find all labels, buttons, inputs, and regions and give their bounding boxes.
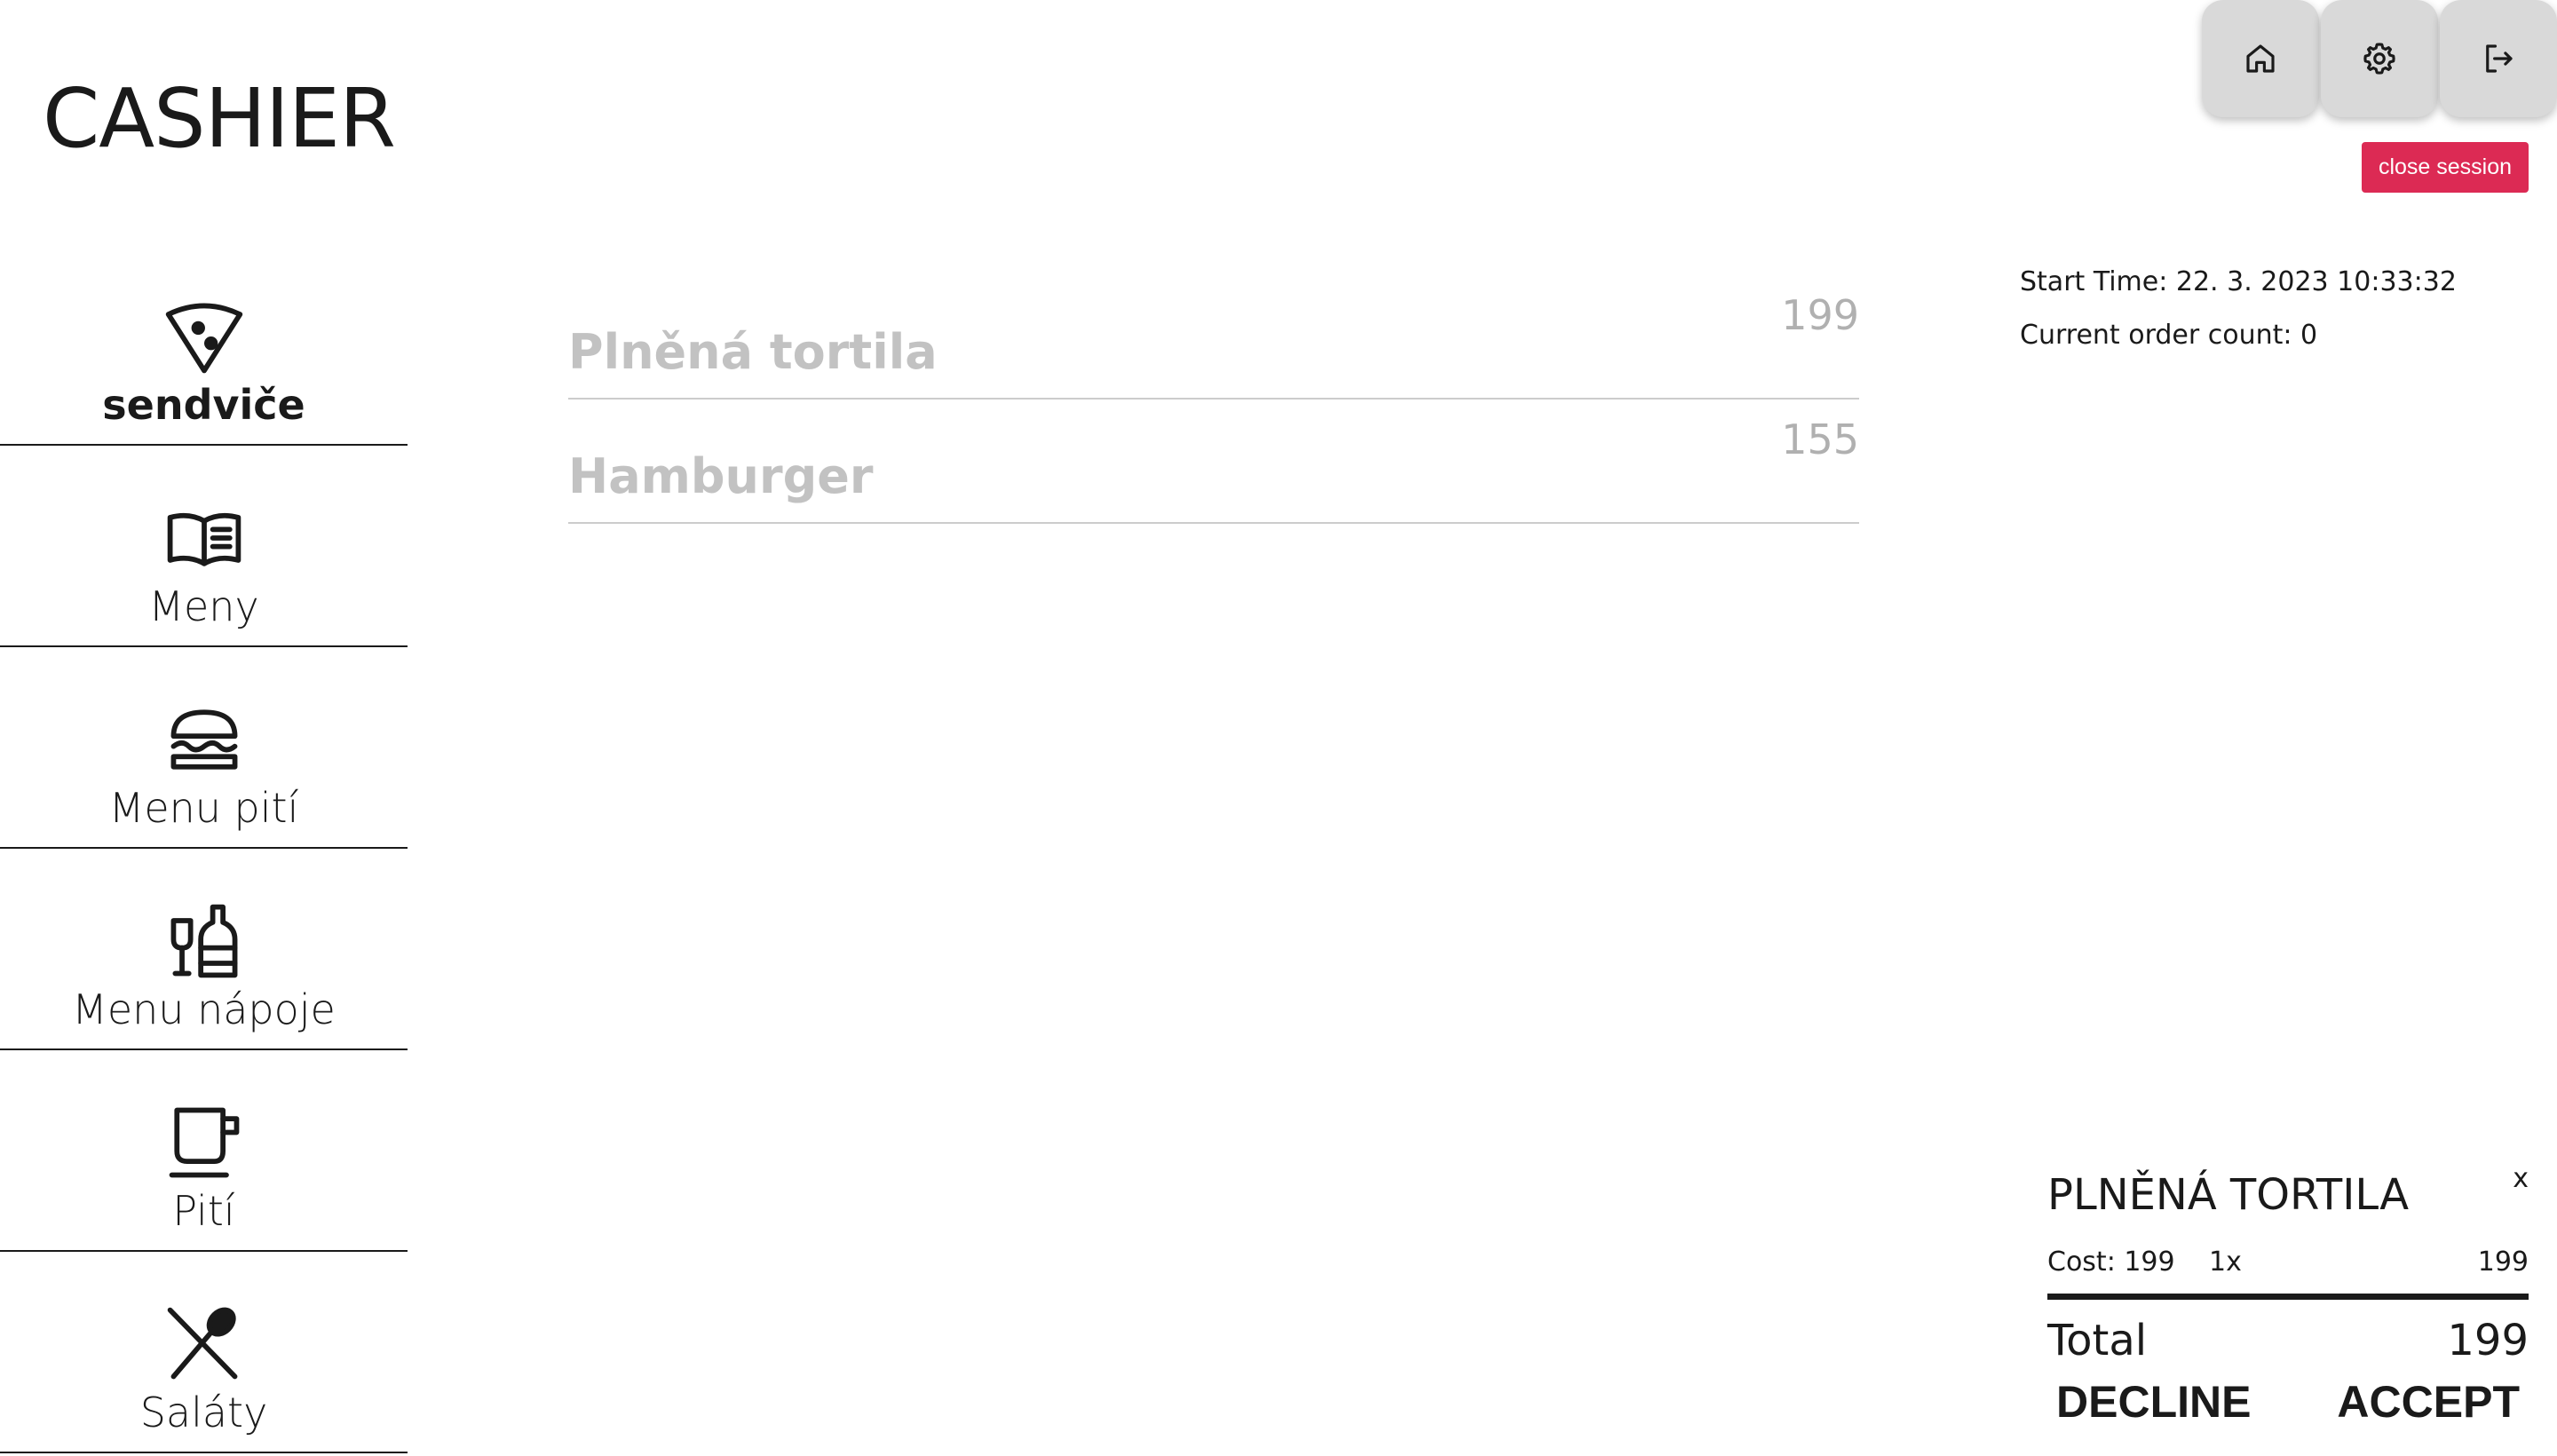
settings-button[interactable] bbox=[2321, 0, 2438, 117]
decline-button[interactable]: DECLINE bbox=[2056, 1376, 2251, 1428]
close-session-button[interactable]: close session bbox=[2362, 142, 2529, 193]
sidebar-item-label: Pití bbox=[172, 1187, 235, 1236]
product-name: Plněná tortila bbox=[568, 324, 938, 380]
logout-button[interactable] bbox=[2440, 0, 2557, 117]
total-label: Total bbox=[2047, 1316, 2148, 1365]
open-book-icon bbox=[167, 513, 241, 567]
sidebar-item-salaty[interactable]: Saláty bbox=[0, 1252, 408, 1453]
gear-icon bbox=[2363, 43, 2395, 75]
mug-icon bbox=[169, 1108, 239, 1178]
order-actions: DECLINE ACCEPT bbox=[2047, 1376, 2529, 1428]
product-price: 199 bbox=[1781, 291, 1859, 339]
order-total-row: Total 199 bbox=[2047, 1316, 2529, 1365]
top-toolbar bbox=[2202, 0, 2557, 117]
app-title: CASHIER bbox=[43, 71, 396, 166]
order-line: Cost: 199 1x 199 bbox=[2047, 1246, 2529, 1300]
accept-button[interactable]: ACCEPT bbox=[2337, 1376, 2520, 1428]
product-list: Plněná tortila 199 Hamburger 155 bbox=[568, 275, 1859, 524]
sidebar-item-label: Saláty bbox=[139, 1389, 268, 1437]
product-price: 155 bbox=[1781, 415, 1859, 463]
total-value: 199 bbox=[2447, 1316, 2529, 1365]
order-panel: PLNĚNÁ TORTILA x Cost: 199 1x 199 Total … bbox=[2047, 1163, 2529, 1428]
home-icon bbox=[2246, 44, 2275, 73]
product-name: Hamburger bbox=[568, 448, 874, 504]
burger-icon bbox=[170, 709, 237, 771]
start-time: Start Time: 22. 3. 2023 10:33:32 bbox=[2020, 266, 2457, 297]
order-count: Current order count: 0 bbox=[2020, 320, 2318, 351]
logout-icon bbox=[2486, 44, 2513, 73]
session-info: Start Time: 22. 3. 2023 10:33:32 Current… bbox=[2020, 256, 2457, 362]
sidebar-item-menu-napoje[interactable]: Menu nápoje bbox=[0, 849, 408, 1050]
sidebar-item-label: Meny bbox=[148, 582, 259, 631]
sidebar-item-meny[interactable]: Meny bbox=[0, 446, 408, 647]
product-item[interactable]: Hamburger 155 bbox=[568, 400, 1859, 524]
category-sidebar: sendviče Meny Menu pití Menu nápoje Pití… bbox=[0, 245, 408, 1453]
sidebar-item-label: Menu nápoje bbox=[72, 985, 336, 1034]
sidebar-item-sendvice[interactable]: sendviče bbox=[0, 245, 408, 446]
pizza-slice-icon bbox=[165, 303, 242, 374]
sidebar-item-piti[interactable]: Pití bbox=[0, 1050, 408, 1252]
order-cost: Cost: 199 bbox=[2047, 1246, 2175, 1278]
wine-bottle-icon bbox=[170, 905, 237, 978]
order-line-total: 199 bbox=[2477, 1246, 2529, 1278]
order-quantity: 1x bbox=[2209, 1246, 2242, 1278]
home-button[interactable] bbox=[2202, 0, 2319, 117]
order-item-title: PLNĚNÁ TORTILA bbox=[2047, 1170, 2410, 1220]
sidebar-item-label: sendviče bbox=[102, 381, 305, 430]
order-remove-button[interactable]: x bbox=[2513, 1163, 2529, 1194]
sidebar-item-menu-piti[interactable]: Menu pití bbox=[0, 647, 408, 849]
product-item[interactable]: Plněná tortila 199 bbox=[568, 275, 1859, 400]
sidebar-item-label: Menu pití bbox=[108, 784, 299, 833]
spoon-knife-icon bbox=[167, 1307, 237, 1380]
